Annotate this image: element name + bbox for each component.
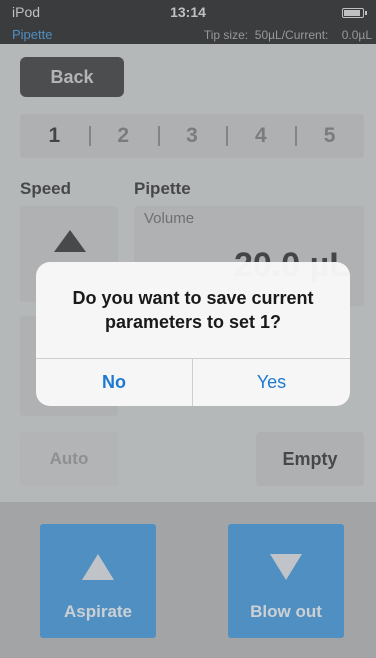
- save-parameters-alert: Do you want to save current parameters t…: [36, 262, 350, 406]
- alert-yes-button[interactable]: Yes: [193, 358, 350, 406]
- alert-message: Do you want to save current parameters t…: [72, 288, 314, 332]
- pipette-screen: iPod 13:14 Pipette Tip size: 50µL/Curren…: [0, 0, 376, 658]
- alert-no-button[interactable]: No: [36, 358, 192, 406]
